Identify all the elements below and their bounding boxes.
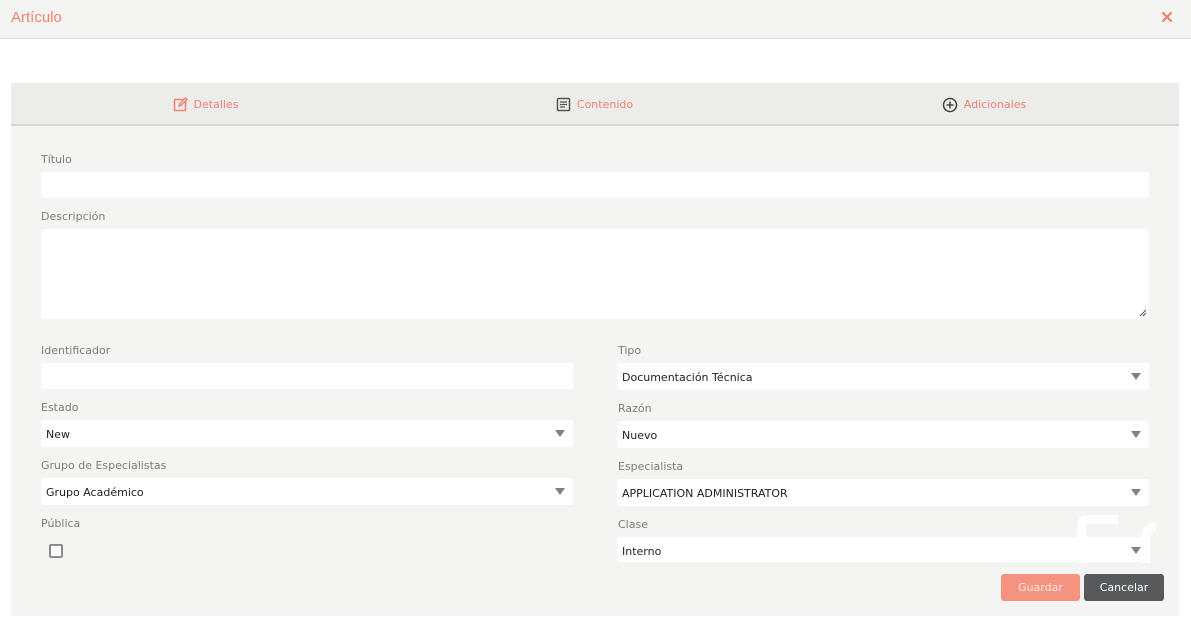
tab-detalles-label: Detalles <box>193 98 239 111</box>
resize-grip-icon[interactable] <box>1139 309 1147 317</box>
especialista-label: Especialista <box>618 460 684 473</box>
estado-value: New <box>46 428 70 441</box>
tab-bar: Detalles Contenido Adicionales <box>11 83 1179 128</box>
estado-select[interactable]: New <box>41 420 573 447</box>
clase-label: Clase <box>618 518 648 531</box>
plus-circle-icon <box>942 97 958 113</box>
publica-label: Pública <box>41 517 81 530</box>
descripcion-label: Descripción <box>41 210 106 223</box>
titulo-label: Título <box>41 153 72 166</box>
clase-value: Interno <box>622 545 662 558</box>
especialista-value: APPLICATION ADMINISTRATOR <box>622 487 788 500</box>
publica-checkbox[interactable] <box>49 544 63 558</box>
tab-adicionales[interactable]: Adicionales <box>789 83 1179 126</box>
tipo-label: Tipo <box>618 344 642 357</box>
close-button[interactable] <box>1159 9 1175 25</box>
modal-title: Artículo <box>11 9 62 26</box>
tab-adicionales-label: Adicionales <box>963 98 1027 111</box>
identificador-label: Identificador <box>41 344 111 357</box>
razon-label: Razón <box>618 402 652 415</box>
tab-contenido[interactable]: Contenido <box>400 83 789 126</box>
grupo-label: Grupo de Especialistas <box>41 459 167 472</box>
grupo-value: Grupo Académico <box>46 486 144 499</box>
cancel-button[interactable]: Cancelar <box>1084 574 1164 601</box>
tipo-value: Documentación Técnica <box>622 371 753 384</box>
titulo-input[interactable] <box>41 172 1149 198</box>
caret-down-icon <box>1131 373 1141 380</box>
caret-down-icon <box>1131 431 1141 438</box>
caret-down-icon <box>555 488 565 495</box>
edit-icon <box>173 97 188 112</box>
estado-label: Estado <box>41 401 79 414</box>
grupo-select[interactable]: Grupo Académico <box>41 478 573 505</box>
tab-contenido-label: Contenido <box>576 98 634 111</box>
especialista-select[interactable]: APPLICATION ADMINISTRATOR <box>617 479 1149 506</box>
tipo-select[interactable]: Documentación Técnica <box>617 363 1149 390</box>
razon-select[interactable]: Nuevo <box>617 421 1149 448</box>
caret-down-icon <box>1131 489 1141 496</box>
identificador-input[interactable] <box>41 363 573 389</box>
caret-down-icon <box>555 430 565 437</box>
close-icon <box>1161 11 1173 23</box>
document-icon <box>556 97 571 112</box>
descripcion-textarea[interactable] <box>41 229 1149 319</box>
tab-detalles[interactable]: Detalles <box>11 83 400 128</box>
modal-header: Artículo <box>0 0 1191 39</box>
save-button[interactable]: Guardar <box>1001 574 1080 601</box>
razon-value: Nuevo <box>622 429 658 442</box>
clase-select[interactable]: Interno <box>617 537 1149 562</box>
caret-down-icon <box>1131 547 1141 554</box>
